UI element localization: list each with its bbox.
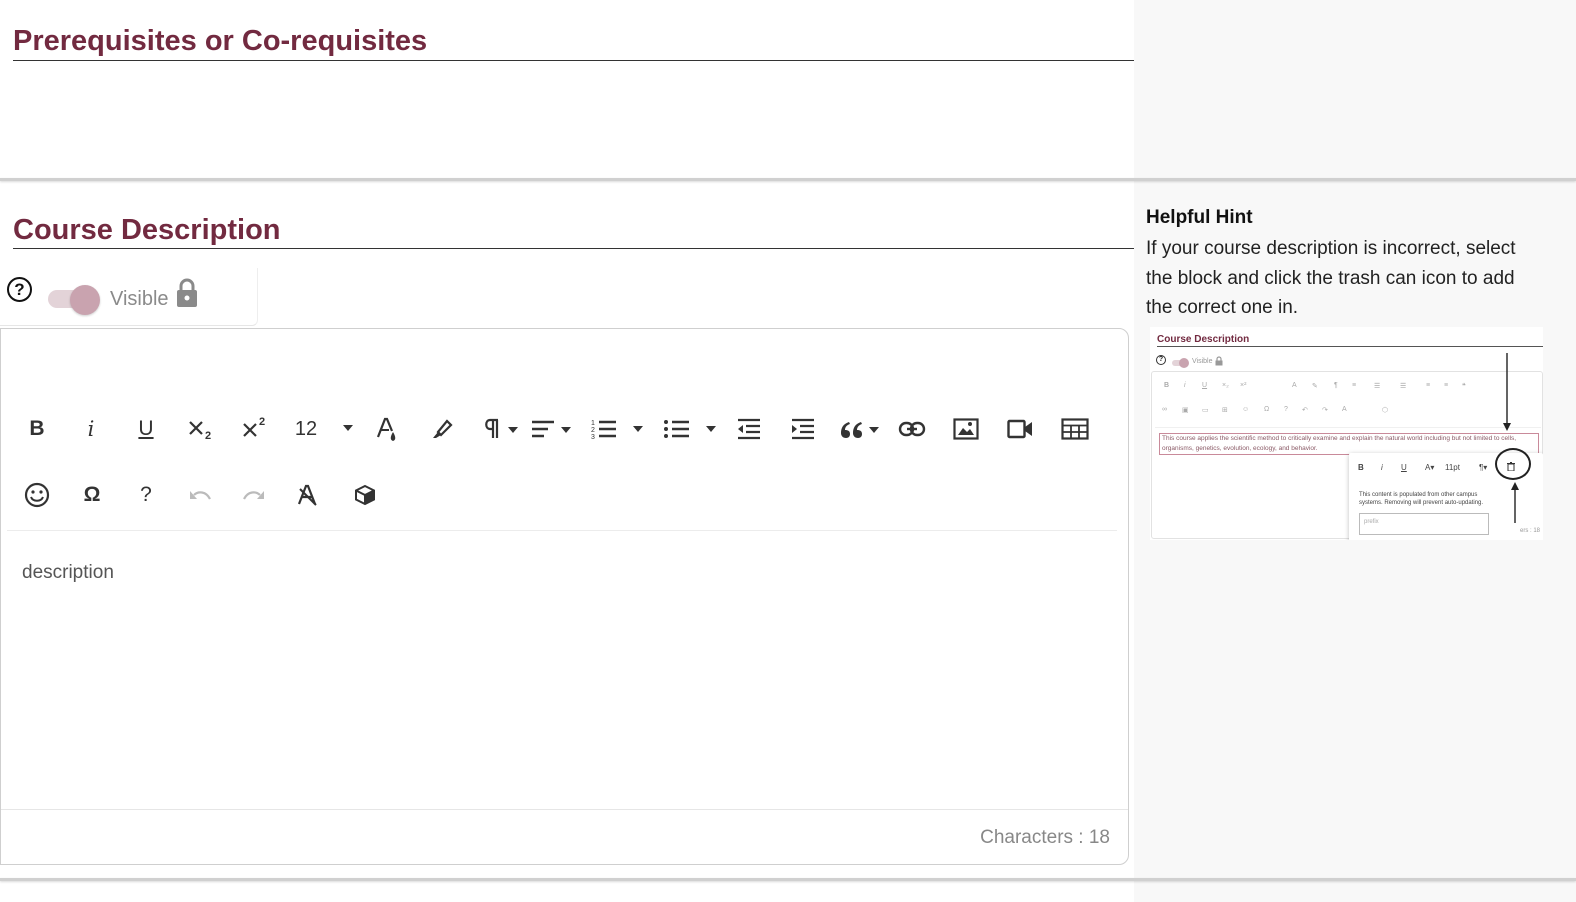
redo-icon[interactable] [240, 481, 268, 509]
highlight-icon[interactable] [427, 415, 455, 443]
editor-footer-separator [1, 809, 1128, 810]
hint-highlight-icon: ✎ [1312, 383, 1318, 390]
hint-bold-icon: B [1164, 382, 1170, 389]
hint-link-icon: ∞ [1162, 406, 1167, 413]
visibility-toggle-knob[interactable] [70, 285, 100, 315]
hint-screenshot-rule [1157, 346, 1543, 347]
font-size-value[interactable]: 12 [291, 415, 321, 443]
subscript-icon[interactable]: 2 [187, 415, 215, 443]
image-icon[interactable] [952, 415, 980, 443]
svg-text:2: 2 [591, 427, 595, 434]
hint-lock-icon [1215, 356, 1223, 366]
hint-font-color-icon: A [1292, 382, 1297, 389]
table-icon[interactable] [1060, 415, 1090, 443]
hint-unordered-list-icon: ☰ [1400, 383, 1407, 390]
hint-toggle-knob [1179, 358, 1189, 368]
hint-popup-bold-icon: B [1358, 463, 1364, 472]
hint-paragraph-icon: ¶ [1334, 382, 1338, 389]
description-title-rule [13, 248, 1134, 249]
link-icon[interactable] [897, 415, 927, 443]
rich-text-editor: B i U 2 2 12 123 Ω ? description Charact… [0, 328, 1129, 865]
hint-popup-font-size: 11pt [1445, 463, 1460, 472]
hint-undo-icon: ↶ [1302, 407, 1308, 414]
indent-icon[interactable] [789, 415, 817, 443]
hint-toolbar-separator [1155, 427, 1541, 428]
hint-align-icon: ≡ [1352, 382, 1357, 389]
svg-text:3: 3 [591, 434, 595, 441]
hint-special-char-icon: Ω [1264, 406, 1270, 413]
hint-help-icon: ? [1284, 406, 1288, 413]
hint-superscript-icon: ×² [1240, 382, 1247, 389]
help-circle-icon[interactable]: ? [7, 277, 32, 302]
svg-text:2: 2 [205, 430, 211, 440]
paragraph-icon[interactable] [480, 415, 520, 443]
trash-icon [1507, 462, 1515, 471]
quote-icon[interactable] [839, 415, 881, 443]
emoji-icon[interactable] [23, 481, 51, 509]
hint-italic-icon: i [1184, 382, 1186, 389]
prereq-title-rule [13, 60, 1134, 61]
video-icon[interactable] [1006, 415, 1034, 443]
ordered-list-icon[interactable]: 123 [590, 415, 646, 443]
hint-arrow-up-icon [1511, 482, 1519, 523]
hint-visible-label: Visible [1192, 358, 1213, 365]
toolbar-separator [7, 530, 1117, 531]
hint-table-icon: ⊞ [1222, 407, 1228, 414]
hint-video-icon: ▭ [1202, 407, 1209, 414]
clear-format-icon[interactable] [294, 481, 322, 509]
section-divider-bottom [0, 878, 1576, 881]
hint-image-icon: ▣ [1182, 407, 1189, 414]
hint-character-count: ers : 18 [1520, 528, 1541, 534]
outdent-icon[interactable] [735, 415, 763, 443]
svg-text:2: 2 [259, 416, 265, 428]
italic-icon[interactable]: i [79, 415, 103, 443]
code-block-icon[interactable] [351, 481, 379, 509]
hint-arrow-down-icon [1503, 353, 1511, 431]
superscript-icon[interactable]: 2 [241, 413, 269, 441]
hint-selected-content: This course applies the scientific metho… [1159, 433, 1539, 455]
align-icon[interactable] [530, 415, 572, 443]
prereq-section-title: Prerequisites or Co-requisites [13, 25, 428, 57]
visibility-label: Visible [110, 288, 169, 310]
hint-popup-text: This content is populated from other cam… [1359, 492, 1484, 506]
character-count-value: 18 [1088, 827, 1110, 848]
hint-popup-font-color-icon: A▾ [1425, 463, 1435, 472]
hint-screenshot: Course Description ? Visible B i U ×₂ ×²… [1150, 327, 1543, 540]
lock-icon [177, 278, 197, 307]
hint-underline-icon: U [1202, 382, 1208, 389]
hint-help-circle-icon: ? [1156, 355, 1166, 365]
hint-title: Helpful Hint [1146, 207, 1253, 228]
hint-code-block-icon: ⬡ [1382, 407, 1389, 414]
hint-ordered-list-icon: ☰ [1374, 383, 1381, 390]
font-size-caret-icon[interactable] [341, 421, 355, 435]
hint-screenshot-title: Course Description [1157, 334, 1250, 345]
help-icon[interactable]: ? [132, 481, 160, 509]
editor-content[interactable]: description [22, 562, 114, 584]
hint-popup-italic-icon: i [1381, 463, 1383, 472]
character-count-label: Characters : [980, 827, 1089, 848]
bold-icon[interactable]: B [23, 415, 51, 443]
course-editor-page: Prerequisites or Co-requisites Course De… [0, 0, 1576, 902]
underline-icon[interactable]: U [132, 415, 160, 443]
hint-clear-format-icon: A [1342, 406, 1347, 413]
hint-quote-icon: ❝ [1462, 383, 1466, 390]
hint-subscript-icon: ×₂ [1222, 382, 1229, 389]
description-section-title: Course Description [13, 214, 281, 246]
svg-text:1: 1 [591, 420, 595, 427]
font-color-icon[interactable] [373, 415, 401, 445]
hint-popup-paragraph-icon: ¶▾ [1479, 463, 1488, 472]
special-char-icon[interactable]: Ω [78, 481, 106, 509]
visibility-control: ? Visible [0, 268, 258, 326]
hint-popup-underline-icon: U [1401, 463, 1407, 472]
hint-emoji-icon: ☺ [1242, 406, 1250, 413]
section-divider [0, 178, 1576, 181]
hint-indent-icon: ≡ [1444, 382, 1449, 389]
hint-popup-input: prefix [1359, 513, 1489, 535]
hint-redo-icon: ↷ [1322, 407, 1328, 414]
hint-outdent-icon: ≡ [1426, 382, 1431, 389]
hint-text: If your course description is incorrect,… [1146, 238, 1516, 318]
character-count: Characters : 18 [980, 827, 1110, 849]
unordered-list-icon[interactable] [663, 415, 719, 443]
undo-icon[interactable] [186, 481, 214, 509]
